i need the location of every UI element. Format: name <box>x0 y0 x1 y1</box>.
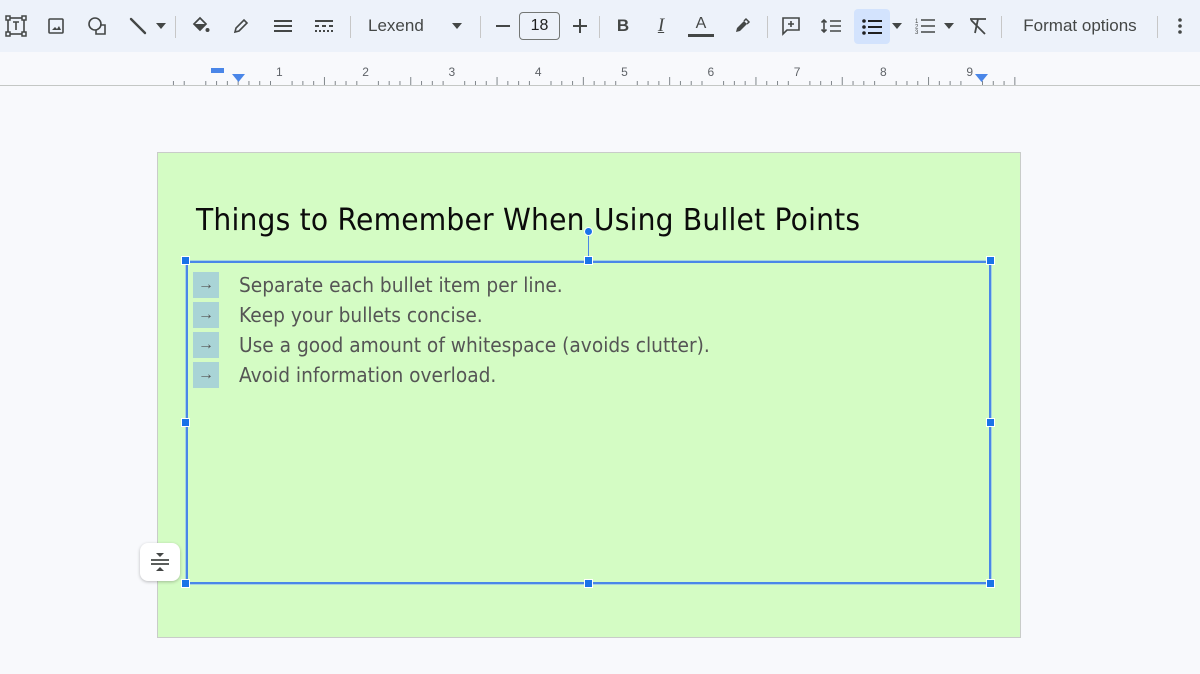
line-icon <box>129 17 147 35</box>
ruler-label: 3 <box>448 65 456 79</box>
chevron-down-icon <box>452 23 462 29</box>
divider <box>480 16 481 38</box>
rotation-handle[interactable] <box>584 227 593 236</box>
border-dash-icon <box>315 20 333 32</box>
minus-icon <box>496 25 510 27</box>
ruler-label: 8 <box>880 65 887 79</box>
ruler-label: 1 <box>275 65 283 79</box>
numbered-list-dropdown[interactable] <box>940 10 958 42</box>
italic-button[interactable]: I <box>647 10 675 42</box>
line-spacing-button[interactable] <box>817 10 845 42</box>
autofit-spacing-button[interactable] <box>140 543 180 581</box>
bullet-list: → Separate each bullet item per line. → … <box>193 270 745 390</box>
resize-handle-left[interactable] <box>181 418 190 427</box>
chevron-down-icon <box>156 23 166 29</box>
fill-color-icon <box>192 16 210 32</box>
highlight-color-button[interactable] <box>728 10 756 42</box>
border-dash-button[interactable] <box>310 10 338 42</box>
line-dropdown[interactable] <box>152 10 170 42</box>
arrow-bullet-icon: → <box>193 332 219 358</box>
text-box-icon <box>5 15 27 37</box>
numbered-list-button[interactable]: 123 <box>911 10 939 42</box>
list-item[interactable]: → Separate each bullet item per line. <box>193 270 745 300</box>
format-options-button[interactable]: Format options <box>1010 10 1150 42</box>
toolbar: Lexend 18 B I A 123 Format options <box>0 0 1200 52</box>
first-line-indent-marker[interactable] <box>211 68 224 73</box>
resize-handle-bottom-left[interactable] <box>181 579 190 588</box>
shape-button[interactable] <box>83 10 111 42</box>
text-color-icon: A <box>695 14 707 32</box>
highlighter-icon <box>736 17 751 32</box>
list-item-text: Use a good amount of whitespace (avoids … <box>239 333 710 357</box>
divider <box>1001 16 1002 38</box>
bulleted-list-icon <box>862 18 882 35</box>
arrow-bullet-icon: → <box>193 272 219 298</box>
ruler-label: 2 <box>362 65 369 79</box>
right-indent-marker[interactable] <box>975 74 988 82</box>
format-options-label: Format options <box>1023 16 1137 35</box>
arrow-bullet-icon: → <box>193 302 219 328</box>
vertical-align-center-icon <box>151 553 169 571</box>
divider <box>599 16 600 38</box>
text-color-button[interactable]: A <box>686 10 716 42</box>
border-color-button[interactable] <box>227 10 255 42</box>
ruler-label: 5 <box>621 65 628 79</box>
bulleted-list-button[interactable] <box>854 9 890 44</box>
clear-formatting-button[interactable] <box>964 10 992 42</box>
font-family-value: Lexend <box>368 16 424 35</box>
list-item-text: Separate each bullet item per line. <box>239 273 563 297</box>
resize-handle-bottom-right[interactable] <box>986 579 995 588</box>
plus-icon <box>573 19 587 33</box>
list-item[interactable]: → Avoid information overload. <box>193 360 745 390</box>
ruler-label: 6 <box>707 65 715 79</box>
list-item[interactable]: → Use a good amount of whitespace (avoid… <box>193 330 745 360</box>
line-button[interactable] <box>124 10 152 42</box>
arrow-bullet-icon: → <box>193 362 219 388</box>
text-color-swatch <box>688 33 714 37</box>
ruler-ticks <box>172 77 1016 85</box>
fill-color-button[interactable] <box>186 10 214 42</box>
chevron-down-icon <box>944 23 954 29</box>
ruler-label: 7 <box>793 65 801 79</box>
list-item-text: Keep your bullets concise. <box>239 303 483 327</box>
list-item-text: Avoid information overload. <box>239 363 497 387</box>
left-indent-marker[interactable] <box>232 74 245 82</box>
chevron-down-icon <box>892 23 902 29</box>
add-comment-icon <box>782 17 800 36</box>
increase-font-size-button[interactable] <box>567 10 593 42</box>
ruler-label: 9 <box>966 65 974 79</box>
resize-handle-right[interactable] <box>986 418 995 427</box>
insert-comment-button[interactable] <box>777 10 805 42</box>
border-weight-icon <box>274 20 292 32</box>
resize-handle-top-right[interactable] <box>986 256 995 265</box>
insert-image-button[interactable] <box>42 10 70 42</box>
horizontal-ruler[interactable]: 1 2 3 4 5 6 7 8 9 <box>0 52 1200 86</box>
line-spacing-icon <box>820 18 841 34</box>
image-icon <box>48 18 64 34</box>
shape-icon <box>88 17 106 35</box>
decrease-font-size-button[interactable] <box>490 10 516 42</box>
slide-title[interactable]: Things to Remember When Using Bullet Poi… <box>196 203 860 238</box>
more-vert-icon <box>1178 18 1182 34</box>
border-weight-button[interactable] <box>269 10 297 42</box>
divider <box>175 16 176 38</box>
ruler-label: 4 <box>534 65 542 79</box>
divider <box>350 16 351 38</box>
more-options-button[interactable] <box>1166 10 1194 42</box>
bold-button[interactable]: B <box>609 10 637 42</box>
bulleted-list-dropdown[interactable] <box>890 10 904 42</box>
border-color-icon <box>233 18 249 34</box>
divider <box>1157 16 1158 38</box>
numbered-list-icon: 123 <box>915 19 935 35</box>
resize-handle-top[interactable] <box>584 256 593 265</box>
resize-handle-top-left[interactable] <box>181 256 190 265</box>
font-size-input[interactable]: 18 <box>519 12 560 40</box>
divider <box>767 16 768 38</box>
clear-formatting-icon <box>970 18 986 35</box>
list-item[interactable]: → Keep your bullets concise. <box>193 300 745 330</box>
font-family-select[interactable]: Lexend <box>360 10 470 42</box>
svg-text:3: 3 <box>915 30 919 35</box>
text-box-button[interactable] <box>2 10 30 42</box>
resize-handle-bottom[interactable] <box>584 579 593 588</box>
